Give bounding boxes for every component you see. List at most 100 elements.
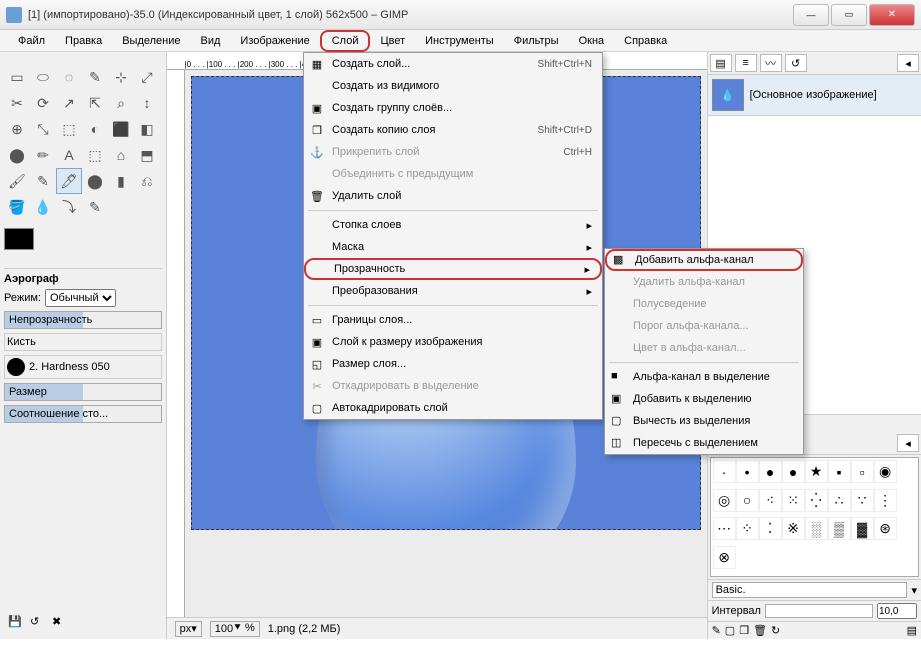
- tool-7[interactable]: ⟳: [30, 90, 56, 116]
- paths-tab-icon[interactable]: 〰: [760, 54, 782, 72]
- submenuitem[interactable]: ■Альфа-канал в выделение: [605, 366, 803, 388]
- new-brush-icon[interactable]: ▢: [725, 624, 735, 637]
- tool-6[interactable]: ✂: [4, 90, 30, 116]
- brush-item[interactable]: ⊗: [713, 546, 736, 569]
- submenuitem[interactable]: ◫Пересечь с выделением: [605, 432, 803, 454]
- menu-цвет[interactable]: Цвет: [370, 32, 415, 50]
- maximize-button[interactable]: [831, 4, 867, 26]
- tool-12[interactable]: ⊕: [4, 116, 30, 142]
- brush-item[interactable]: ○: [736, 489, 759, 512]
- tool-29[interactable]: ⎌: [134, 168, 160, 194]
- edit-brush-icon[interactable]: ✎: [712, 624, 721, 637]
- dup-brush-icon[interactable]: ❐: [739, 624, 749, 637]
- tool-25[interactable]: ✎: [30, 168, 56, 194]
- menuitem[interactable]: Создать из видимого: [304, 75, 602, 97]
- tool-28[interactable]: ▮: [108, 168, 134, 194]
- preset-name[interactable]: Basic.: [712, 582, 908, 598]
- zoom-select[interactable]: 100⯆ %: [210, 621, 260, 637]
- menuitem[interactable]: Прозрачность▸: [304, 258, 602, 280]
- tool-10[interactable]: ⌕: [108, 90, 134, 116]
- menu-изображение[interactable]: Изображение: [230, 32, 319, 50]
- color-swatch[interactable]: [4, 228, 44, 258]
- tool-30[interactable]: 🪣: [4, 194, 30, 220]
- brush-item[interactable]: ⁖: [759, 489, 782, 512]
- tool-32[interactable]: ⤵: [56, 194, 82, 220]
- brush-item[interactable]: ⁚: [759, 517, 782, 540]
- layer-row[interactable]: 💧 [Основное изображение]: [708, 75, 921, 116]
- undo-tab-icon[interactable]: ↺: [785, 54, 807, 72]
- tool-23[interactable]: ⬒: [134, 142, 160, 168]
- ratio-slider[interactable]: Соотношение сто...: [4, 405, 162, 423]
- brush-item[interactable]: ⋯: [713, 517, 736, 540]
- tool-0[interactable]: ▭: [4, 64, 30, 90]
- submenuitem[interactable]: ▩Добавить альфа-канал: [605, 249, 803, 271]
- brush-item[interactable]: ░: [805, 517, 828, 540]
- brush-item[interactable]: ·: [713, 460, 736, 483]
- tool-20[interactable]: A: [56, 142, 82, 168]
- tool-2[interactable]: ◌: [56, 64, 82, 90]
- menu-файл[interactable]: Файл: [8, 32, 55, 50]
- mode-select[interactable]: Обычный: [45, 289, 116, 307]
- tool-9[interactable]: ⇱: [82, 90, 108, 116]
- menuitem[interactable]: ◱Размер слоя...: [304, 353, 602, 375]
- menu-выделение[interactable]: Выделение: [112, 32, 190, 50]
- brush-item[interactable]: ◎: [713, 489, 736, 512]
- tool-4[interactable]: ⊹: [108, 64, 134, 90]
- brush-item[interactable]: ∵: [851, 489, 874, 512]
- brush-item[interactable]: ⁙: [782, 489, 805, 512]
- tool-16[interactable]: ⬛: [108, 116, 134, 142]
- tool-15[interactable]: ◐: [82, 116, 108, 142]
- brush-value[interactable]: 2. Hardness 050: [29, 361, 110, 373]
- submenuitem[interactable]: ▢Вычесть из выделения: [605, 410, 803, 432]
- brush-item[interactable]: ▫: [851, 460, 874, 483]
- unit-select[interactable]: px ▾: [175, 621, 202, 637]
- tool-1[interactable]: ⬭: [30, 64, 56, 90]
- tool-18[interactable]: ⬤: [4, 142, 30, 168]
- brush-item[interactable]: ⊛: [874, 517, 897, 540]
- preset-menu-icon[interactable]: ▾: [911, 584, 917, 597]
- brush-item[interactable]: ⋮: [874, 489, 897, 512]
- brush-item[interactable]: •: [736, 460, 759, 483]
- layers-tab-icon[interactable]: ▤: [710, 54, 732, 72]
- size-slider[interactable]: Размер: [4, 383, 162, 401]
- menuitem[interactable]: ▭Границы слоя...: [304, 309, 602, 331]
- brush-item[interactable]: ⁛: [805, 489, 828, 512]
- brush-item[interactable]: ▒: [828, 517, 851, 540]
- tool-13[interactable]: ⤡: [30, 116, 56, 142]
- channels-tab-icon[interactable]: ≡: [735, 54, 757, 72]
- brush-item[interactable]: ●: [759, 460, 782, 483]
- reset-icon[interactable]: ↺: [30, 615, 46, 631]
- tool-24[interactable]: 🖌: [4, 168, 30, 194]
- menu-правка[interactable]: Правка: [55, 32, 112, 50]
- tool-19[interactable]: ✏: [30, 142, 56, 168]
- tool-5[interactable]: ⤢: [134, 64, 160, 90]
- brush-item[interactable]: ⁘: [736, 517, 759, 540]
- menu-справка[interactable]: Справка: [614, 32, 677, 50]
- tool-14[interactable]: ⬚: [56, 116, 82, 142]
- tool-8[interactable]: ↗: [56, 90, 82, 116]
- menu-окна[interactable]: Окна: [569, 32, 615, 50]
- brush-item[interactable]: ▪: [828, 460, 851, 483]
- menu-слой[interactable]: Слой: [320, 30, 371, 52]
- close-button[interactable]: [869, 4, 915, 26]
- open-brush-icon[interactable]: ▤: [907, 624, 917, 637]
- brush-item[interactable]: ▓: [851, 517, 874, 540]
- tool-21[interactable]: ⬚: [82, 142, 108, 168]
- menuitem[interactable]: Преобразования▸: [304, 280, 602, 302]
- brush-grid[interactable]: ·•●●★▪▫◉◎○⁖⁙⁛∴∵⋮⋯⁘⁚※░▒▓⊛⊗: [710, 457, 919, 577]
- minimize-button[interactable]: [793, 4, 829, 26]
- brush-item[interactable]: ∴: [828, 489, 851, 512]
- tool-33[interactable]: ✎: [82, 194, 108, 220]
- tool-31[interactable]: 💧: [30, 194, 56, 220]
- menuitem[interactable]: Маска▸: [304, 236, 602, 258]
- menuitem[interactable]: Стопка слоев▸: [304, 214, 602, 236]
- menu-инструменты[interactable]: Инструменты: [415, 32, 504, 50]
- save-preset-icon[interactable]: 💾: [8, 615, 24, 631]
- interval-value[interactable]: [877, 603, 917, 619]
- brush-item[interactable]: ※: [782, 517, 805, 540]
- menuitem[interactable]: ▣Создать группу слоёв...: [304, 97, 602, 119]
- tool-3[interactable]: ✎: [82, 64, 108, 90]
- tab-menu-icon[interactable]: ◂: [897, 54, 919, 72]
- menuitem[interactable]: ▢Автокадрировать слой: [304, 397, 602, 419]
- menuitem[interactable]: ▦Создать слой...Shift+Ctrl+N: [304, 53, 602, 75]
